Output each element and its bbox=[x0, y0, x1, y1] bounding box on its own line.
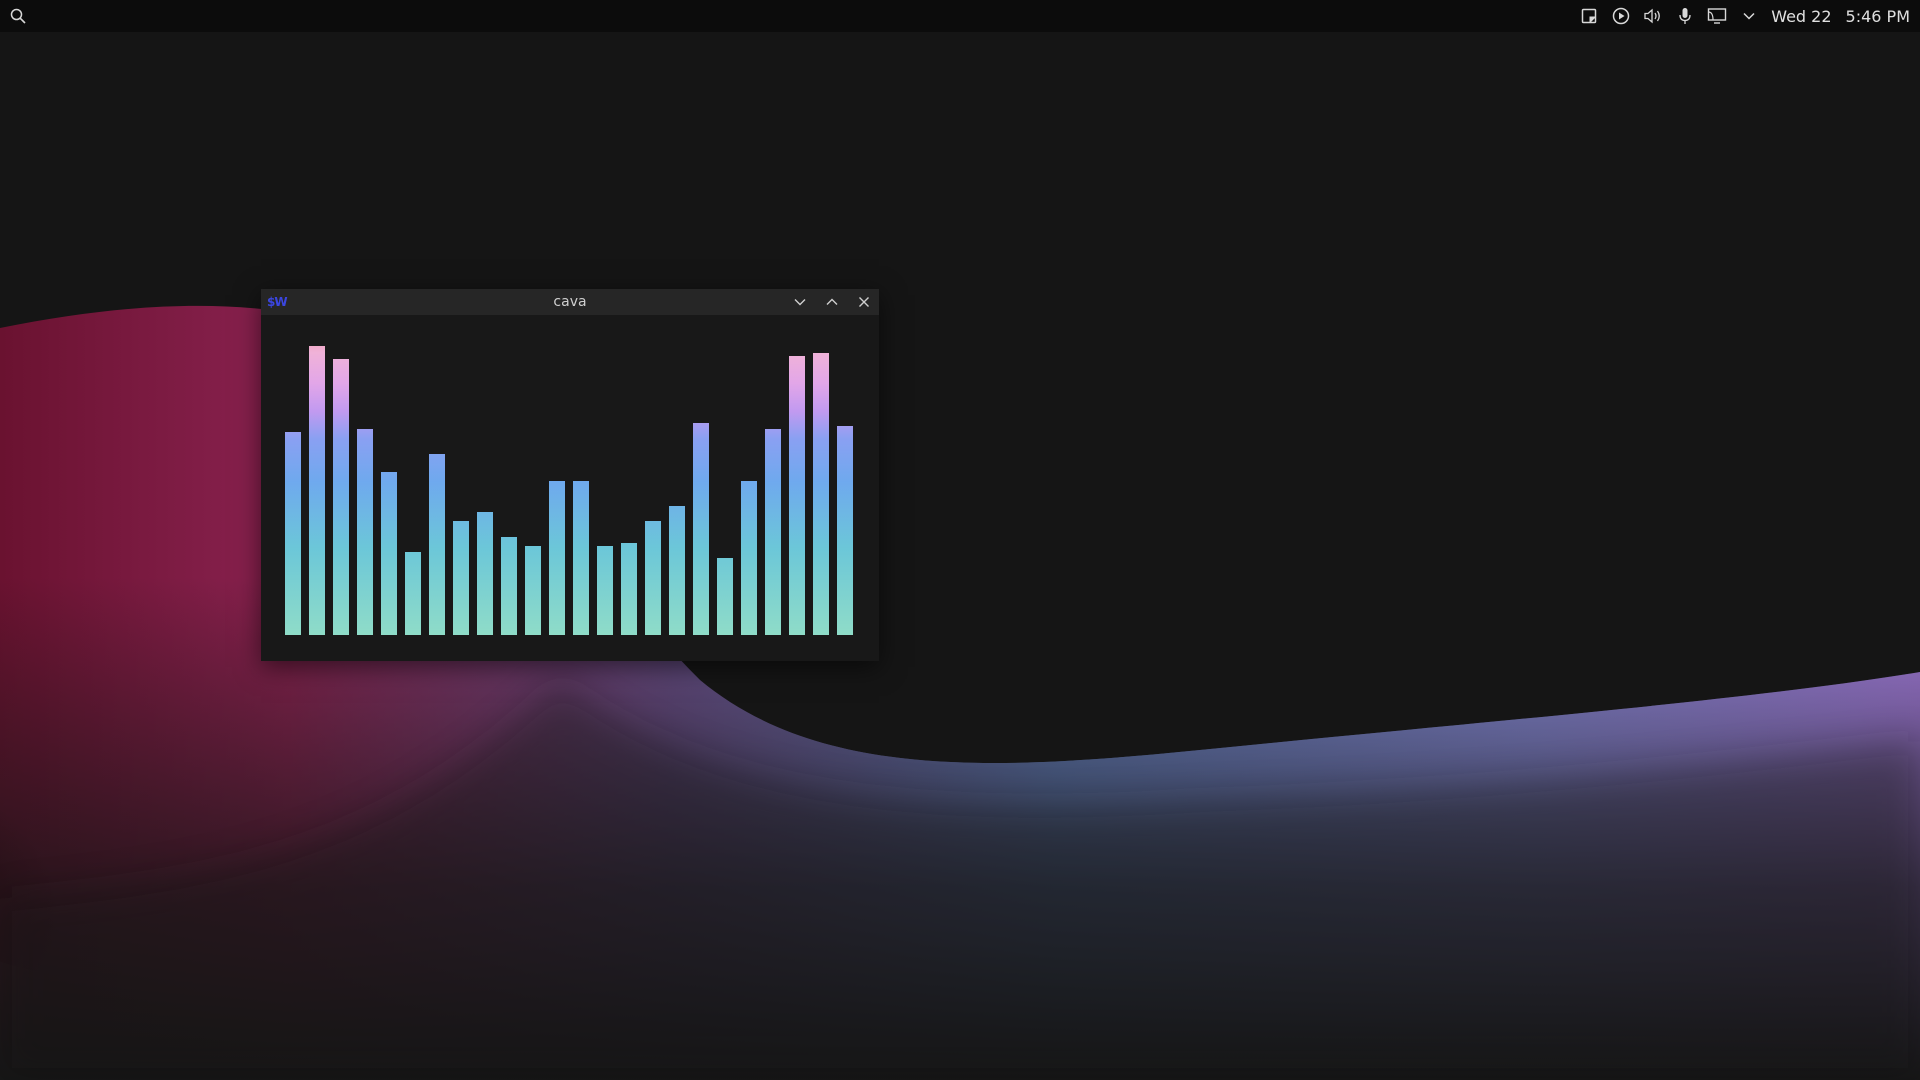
visualizer-bar bbox=[501, 537, 517, 635]
visualizer-bar bbox=[597, 546, 613, 635]
visualizer-bar bbox=[309, 346, 325, 635]
search-icon[interactable] bbox=[8, 6, 28, 26]
play-circle-icon[interactable] bbox=[1611, 6, 1631, 26]
visualizer-bar bbox=[717, 558, 733, 635]
visualizer-bar bbox=[621, 543, 637, 635]
chevron-down-icon bbox=[794, 299, 806, 306]
visualizer-bar bbox=[741, 481, 757, 635]
chevron-down-icon[interactable] bbox=[1739, 6, 1759, 26]
visualizer-bar bbox=[789, 356, 805, 635]
visualizer-bar bbox=[477, 512, 493, 635]
visualizer-bar bbox=[813, 353, 829, 635]
visualizer-bar bbox=[381, 472, 397, 635]
maximize-button[interactable] bbox=[822, 292, 842, 312]
close-icon bbox=[859, 297, 869, 307]
visualizer-bar bbox=[837, 426, 853, 635]
visualizer-bar bbox=[453, 521, 469, 635]
minimize-button[interactable] bbox=[790, 292, 810, 312]
audio-visualizer bbox=[285, 346, 853, 635]
top-bar: Wed 22 5:46 PM bbox=[0, 0, 1920, 32]
chevron-up-icon bbox=[826, 298, 838, 305]
window-titlebar[interactable]: $W cava bbox=[261, 289, 879, 315]
visualizer-bar bbox=[549, 481, 565, 635]
visualizer-bar bbox=[333, 359, 349, 635]
system-tray: Wed 22 5:46 PM bbox=[1579, 0, 1910, 32]
visualizer-bar bbox=[693, 423, 709, 635]
window-title: cava bbox=[553, 294, 587, 310]
clock[interactable]: 5:46 PM bbox=[1846, 7, 1910, 26]
visualizer-bar bbox=[285, 432, 301, 635]
visualizer-bar bbox=[405, 552, 421, 635]
note-icon[interactable] bbox=[1579, 6, 1599, 26]
close-button[interactable] bbox=[854, 292, 874, 312]
microphone-icon[interactable] bbox=[1675, 6, 1695, 26]
display-icon[interactable] bbox=[1707, 6, 1727, 26]
visualizer-bar bbox=[357, 429, 373, 635]
visualizer-bar bbox=[669, 506, 685, 635]
visualizer-bar bbox=[765, 429, 781, 635]
cava-window[interactable]: $W cava bbox=[261, 289, 879, 661]
visualizer-bar bbox=[525, 546, 541, 635]
visualizer-bar bbox=[645, 521, 661, 635]
date-label[interactable]: Wed 22 bbox=[1771, 7, 1831, 26]
volume-icon[interactable] bbox=[1643, 6, 1663, 26]
desktop: Wed 22 5:46 PM $W cava bbox=[0, 0, 1920, 1080]
visualizer-bar bbox=[429, 454, 445, 635]
visualizer-bar bbox=[573, 481, 589, 635]
